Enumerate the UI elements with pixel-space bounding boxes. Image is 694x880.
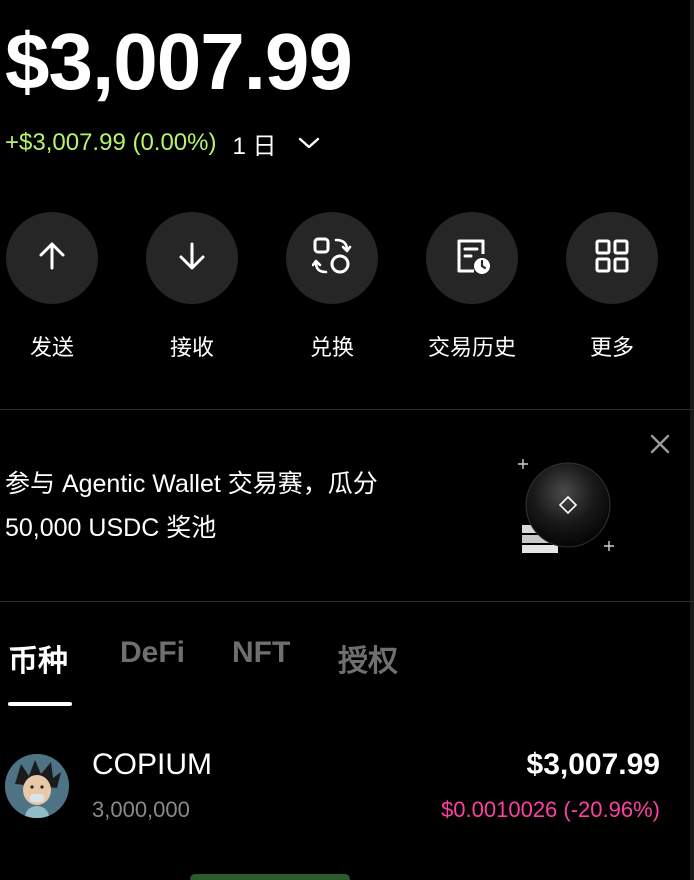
token-amount: 3,000,000 — [92, 797, 190, 822]
token-name: COPIUM — [92, 748, 212, 781]
close-icon[interactable] — [647, 431, 673, 457]
receive-label: 接收 — [169, 335, 214, 360]
tab-nft[interactable]: NFT — [232, 636, 290, 670]
send-circle[interactable] — [6, 212, 98, 304]
receive-button[interactable]: 接收 — [122, 212, 262, 362]
promo-banner-line2: 50,000 USDC 奖池 — [5, 514, 217, 542]
token-avatar — [5, 754, 69, 818]
token-price-change: $0.0010026 (-20.96%) — [441, 797, 660, 822]
swap-circle[interactable] — [286, 212, 378, 304]
grid-icon — [594, 238, 630, 279]
balance-change: +$3,007.99 (0.00%) — [5, 129, 217, 156]
action-bar: 发送 接收 兑换 交易历史 更多 — [0, 212, 694, 372]
swap-icon — [311, 236, 352, 281]
tab-defi[interactable]: DeFi — [120, 636, 185, 670]
more-circle[interactable] — [566, 212, 658, 304]
send-label: 发送 — [29, 335, 74, 360]
divider — [0, 601, 694, 602]
divider — [0, 409, 694, 410]
tab-approvals[interactable]: 授权 — [338, 636, 398, 680]
chevron-down-icon[interactable] — [297, 131, 321, 155]
arrow-up-icon — [35, 239, 69, 278]
history-circle[interactable] — [426, 212, 518, 304]
token-row[interactable]: COPIUM 3,000,000 $3,007.99 $0.0010026 (-… — [0, 742, 694, 842]
asset-tabs: 币种 DeFi NFT 授权 — [0, 636, 694, 708]
active-tab-indicator — [8, 702, 72, 706]
receive-circle[interactable] — [146, 212, 238, 304]
swap-label: 兑换 — [309, 335, 354, 360]
send-button[interactable]: 发送 — [0, 212, 122, 362]
token-value: $3,007.99 — [526, 748, 660, 781]
swap-button[interactable]: 兑换 — [262, 212, 402, 362]
promo-illustration — [512, 455, 622, 565]
bottom-nav-pill[interactable] — [190, 874, 350, 880]
arrow-down-icon — [175, 239, 209, 278]
more-label: 更多 — [589, 335, 634, 360]
tab-tokens[interactable]: 币种 — [8, 636, 68, 680]
promo-banner-line1: 参与 Agentic Wallet 交易赛，瓜分 — [5, 470, 378, 498]
balance-change-row: +$3,007.99 (0.00%) 1 日 — [5, 126, 321, 160]
promo-banner[interactable]: 参与 Agentic Wallet 交易赛，瓜分 50,000 USDC 奖池 — [5, 462, 378, 550]
history-button[interactable]: 交易历史 — [402, 212, 542, 362]
more-button[interactable]: 更多 — [542, 212, 682, 362]
total-balance: $3,007.99 — [5, 17, 353, 106]
history-icon — [452, 236, 492, 281]
history-label: 交易历史 — [427, 335, 516, 360]
period-selector[interactable]: 1 日 — [233, 126, 277, 161]
